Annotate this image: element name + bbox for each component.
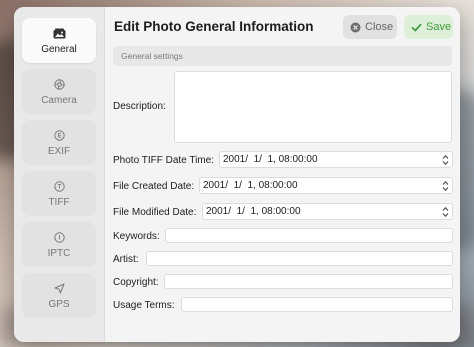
info-icon: I <box>53 230 65 244</box>
artist-label: Artist: <box>113 254 139 265</box>
svg-text:E: E <box>57 133 61 139</box>
keywords-input[interactable] <box>165 228 453 243</box>
sidebar-item-tiff[interactable]: T TIFF <box>22 171 96 216</box>
description-label: Description: <box>113 101 166 112</box>
stepper-icon[interactable] <box>441 179 450 193</box>
sidebar-item-label: EXIF <box>47 146 71 157</box>
tiff-date-value: 2001/ 1/ 1, 08:00:00 <box>223 154 318 165</box>
save-button-label: Save <box>426 21 452 33</box>
tiff-date-label: Photo TIFF Date Time: <box>113 155 214 166</box>
sidebar-item-label: IPTC <box>47 248 71 259</box>
copyright-input[interactable] <box>164 274 453 289</box>
main-panel: Edit Photo General Information Close Sav… <box>105 7 460 342</box>
modified-date-label: File Modified Date: <box>113 207 197 218</box>
tiff-icon: T <box>53 179 65 193</box>
stepper-icon[interactable] <box>441 205 450 219</box>
copyright-label: Copyright: <box>113 277 159 288</box>
edit-photo-dialog: General Camera E EXIF T TIFF I IPTC GPS … <box>14 7 460 342</box>
aperture-icon <box>53 77 65 91</box>
modified-date-field[interactable]: 2001/ 1/ 1, 08:00:00 <box>202 203 453 220</box>
tiff-date-field[interactable]: 2001/ 1/ 1, 08:00:00 <box>219 151 453 168</box>
keywords-label: Keywords: <box>113 231 160 242</box>
stepper-icon[interactable] <box>441 153 450 167</box>
sidebar: General Camera E EXIF T TIFF I IPTC GPS <box>14 7 105 342</box>
close-button[interactable]: Close <box>343 15 397 39</box>
section-header: General settings <box>113 46 452 66</box>
usage-terms-label: Usage Terms: <box>113 300 175 311</box>
dialog-title: Edit Photo General Information <box>114 19 314 34</box>
sidebar-item-label: General <box>41 44 77 55</box>
checkmark-icon <box>411 22 422 33</box>
description-field[interactable] <box>174 71 452 143</box>
usage-terms-input[interactable] <box>181 297 453 312</box>
sidebar-item-gps[interactable]: GPS <box>22 273 96 318</box>
svg-text:T: T <box>57 184 61 190</box>
close-button-label: Close <box>365 21 394 33</box>
sidebar-item-general[interactable]: General <box>22 18 96 63</box>
sidebar-item-label: GPS <box>48 299 70 310</box>
modified-date-value: 2001/ 1/ 1, 08:00:00 <box>206 206 301 217</box>
sidebar-item-label: Camera <box>41 95 77 106</box>
photo-icon <box>53 26 66 40</box>
exif-icon: E <box>53 128 65 142</box>
created-date-label: File Created Date: <box>113 181 195 192</box>
sidebar-item-label: TIFF <box>48 197 70 208</box>
sidebar-item-camera[interactable]: Camera <box>22 69 96 114</box>
location-arrow-icon <box>54 281 65 295</box>
close-circle-icon <box>350 22 361 33</box>
created-date-field[interactable]: 2001/ 1/ 1, 08:00:00 <box>199 177 453 194</box>
artist-input[interactable] <box>146 251 453 266</box>
created-date-value: 2001/ 1/ 1, 08:00:00 <box>203 180 298 191</box>
save-button[interactable]: Save <box>404 15 453 39</box>
sidebar-item-exif[interactable]: E EXIF <box>22 120 96 165</box>
sidebar-item-iptc[interactable]: I IPTC <box>22 222 96 267</box>
svg-text:I: I <box>58 235 60 241</box>
